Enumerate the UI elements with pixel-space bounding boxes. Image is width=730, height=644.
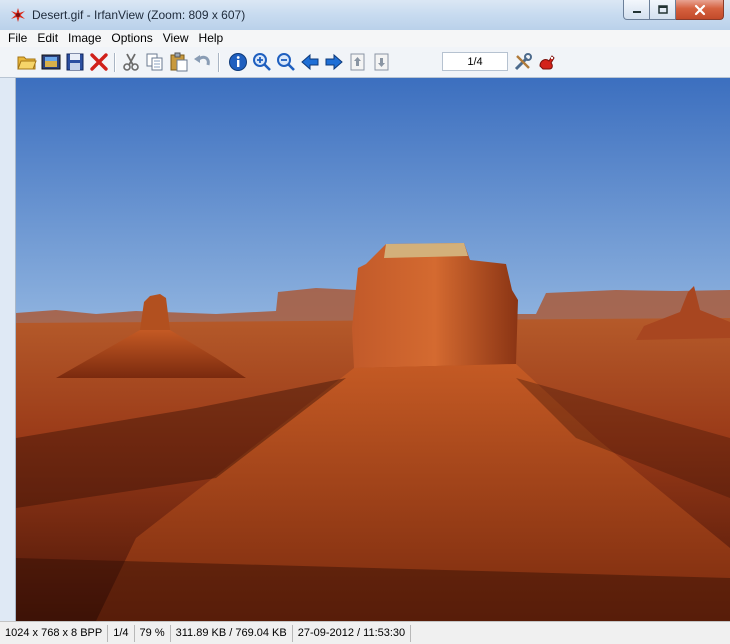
maximize-button[interactable]	[650, 0, 676, 20]
status-zoom: 79 %	[135, 624, 171, 642]
open-button[interactable]	[17, 52, 37, 72]
close-icon	[694, 4, 705, 15]
options-button[interactable]	[513, 52, 533, 72]
window-frame-left	[0, 78, 16, 621]
zoom-in-button[interactable]	[252, 52, 272, 72]
desert-image	[16, 78, 730, 621]
zoom-in-icon	[253, 53, 271, 71]
status-datetime: 27-09-2012 / 11:53:30	[293, 624, 412, 642]
menu-edit[interactable]: Edit	[32, 30, 63, 47]
options-icon	[514, 53, 532, 71]
minimize-button[interactable]	[623, 0, 650, 20]
irfanview-icon	[11, 8, 25, 22]
undo-button[interactable]	[193, 52, 213, 72]
menu-image[interactable]: Image	[63, 30, 106, 47]
title-bar[interactable]: Desert.gif - IrfanView (Zoom: 809 x 607)	[0, 0, 730, 30]
save-icon	[66, 53, 84, 71]
maximize-icon	[657, 4, 668, 14]
zoom-out-button[interactable]	[276, 52, 296, 72]
status-dimensions: 1024 x 768 x 8 BPP	[0, 624, 109, 642]
previous-icon	[301, 53, 319, 71]
zoom-out-icon	[277, 53, 295, 71]
delete-button[interactable]	[89, 52, 109, 72]
paste-button[interactable]	[169, 52, 189, 72]
cut-icon	[123, 53, 139, 71]
cut-button[interactable]	[121, 52, 141, 72]
copy-icon	[146, 53, 163, 71]
minimize-icon	[632, 10, 641, 13]
toolbar-separator	[218, 53, 220, 72]
status-bar: 1024 x 768 x 8 BPP 1/4 79 % 311.89 KB / …	[0, 621, 730, 644]
toolbar-separator	[114, 53, 116, 72]
close-button[interactable]	[676, 0, 724, 20]
next-icon	[325, 53, 343, 71]
menu-options[interactable]: Options	[106, 30, 157, 47]
last-page-button[interactable]	[372, 52, 392, 72]
next-button[interactable]	[324, 52, 344, 72]
page-indicator[interactable]: 1/4	[442, 52, 508, 71]
irfanview-window: Desert.gif - IrfanView (Zoom: 809 x 607)…	[0, 0, 730, 644]
toolbar	[0, 47, 730, 78]
about-icon	[539, 55, 555, 70]
open-folder-icon	[17, 56, 37, 70]
slideshow-icon	[41, 54, 61, 70]
image-viewport[interactable]	[16, 78, 730, 621]
copy-button[interactable]	[145, 52, 165, 72]
first-page-icon	[350, 53, 365, 71]
info-button[interactable]	[228, 52, 248, 72]
undo-icon	[194, 55, 210, 66]
status-filesize: 311.89 KB / 769.04 KB	[171, 624, 293, 642]
menu-bar: File Edit Image Options View Help	[0, 30, 730, 47]
delete-icon	[90, 53, 108, 71]
menu-help[interactable]: Help	[194, 30, 229, 47]
window-title: Desert.gif - IrfanView (Zoom: 809 x 607)	[32, 8, 246, 22]
first-page-button[interactable]	[348, 52, 368, 72]
info-icon	[229, 53, 247, 71]
menu-file[interactable]: File	[0, 30, 32, 47]
save-button[interactable]	[65, 52, 85, 72]
about-button[interactable]	[537, 52, 557, 72]
window-controls	[623, 0, 724, 20]
status-page: 1/4	[108, 624, 135, 642]
menu-view[interactable]: View	[158, 30, 194, 47]
previous-button[interactable]	[300, 52, 320, 72]
slideshow-button[interactable]	[41, 52, 61, 72]
paste-icon	[170, 52, 188, 72]
last-page-icon	[374, 53, 389, 71]
